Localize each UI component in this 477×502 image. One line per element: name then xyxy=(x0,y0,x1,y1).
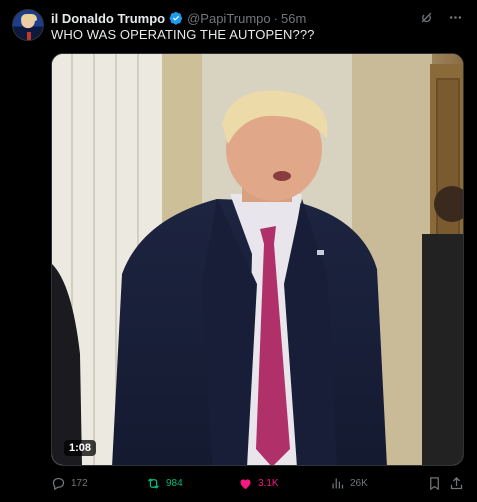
bookmark-icon xyxy=(430,477,439,491)
author-name[interactable]: il Donaldo Trumpo xyxy=(51,11,165,26)
verified-badge-icon xyxy=(169,12,183,25)
views-icon xyxy=(332,478,344,489)
tweet[interactable]: il Donaldo Trumpo @PapiTrumpo · 56m WHO … xyxy=(0,0,477,502)
more-icon[interactable] xyxy=(448,10,463,25)
share-icon xyxy=(450,476,463,490)
author-handle[interactable]: @PapiTrumpo xyxy=(187,11,271,26)
action-bar: 172 984 3.1K 26K xyxy=(51,476,464,494)
views-count: 26K xyxy=(350,478,368,489)
bookmark-button[interactable] xyxy=(427,476,442,491)
tweet-header: il Donaldo Trumpo @PapiTrumpo · 56m xyxy=(51,10,306,26)
video-player[interactable]: 1:08 xyxy=(51,53,464,466)
repost-count: 984 xyxy=(166,478,183,489)
avatar[interactable] xyxy=(12,9,44,41)
video-frame xyxy=(52,54,463,465)
like-button[interactable]: 3.1K xyxy=(238,476,279,491)
repost-icon xyxy=(148,478,159,489)
timestamp[interactable]: 56m xyxy=(281,11,306,26)
video-duration: 1:08 xyxy=(64,440,97,456)
share-button[interactable] xyxy=(449,476,464,491)
heart-icon xyxy=(240,479,251,490)
tweet-text: WHO WAS OPERATING THE AUTOPEN??? xyxy=(51,27,315,42)
reply-button[interactable]: 172 xyxy=(51,476,88,491)
reply-icon xyxy=(52,477,65,491)
like-count: 3.1K xyxy=(258,478,279,489)
grok-icon[interactable] xyxy=(419,10,434,25)
separator-dot: · xyxy=(273,10,278,26)
views-button[interactable]: 26K xyxy=(330,476,368,491)
top-actions xyxy=(419,10,463,25)
repost-button[interactable]: 984 xyxy=(146,476,183,491)
reply-count: 172 xyxy=(71,478,88,489)
